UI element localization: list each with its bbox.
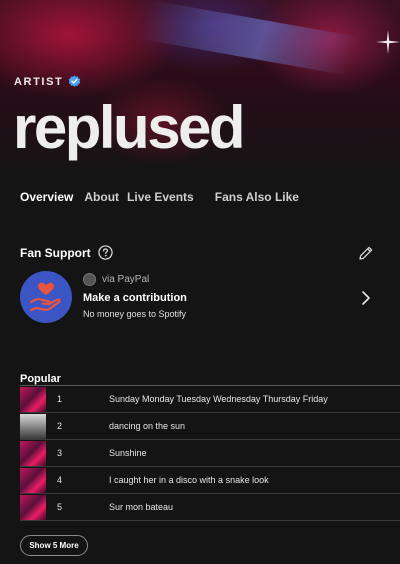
track-row[interactable]: 2 dancing on the sun: [20, 413, 400, 440]
track-row[interactable]: 5 Sur mon bateau: [20, 494, 400, 521]
artist-tabs: Overview About Live Events Fans Also Lik…: [20, 190, 299, 204]
popular-track-list: 1 Sunday Monday Tuesday Wednesday Thursd…: [20, 386, 400, 521]
track-number: 1: [57, 394, 63, 404]
track-row[interactable]: 4 I caught her in a disco with a snake l…: [20, 467, 400, 494]
banner-light-streak: [143, 0, 400, 85]
tab-live-events[interactable]: Live Events: [127, 190, 194, 204]
track-number: 5: [57, 502, 63, 512]
sparkle-icon: [376, 30, 400, 54]
help-icon[interactable]: [98, 245, 113, 260]
track-cover-art: [20, 441, 46, 466]
tab-about[interactable]: About: [84, 190, 119, 204]
tab-overview[interactable]: Overview: [20, 190, 73, 204]
verified-badge-icon: [69, 75, 81, 87]
track-cover-art: [20, 495, 46, 520]
track-title: dancing on the sun: [109, 421, 186, 431]
track-title: Sunday Monday Tuesday Wednesday Thursday…: [109, 394, 328, 404]
edit-pencil-icon[interactable]: [358, 245, 374, 261]
track-title: I caught her in a disco with a snake loo…: [109, 475, 269, 485]
chevron-right-icon[interactable]: [360, 290, 372, 306]
track-cover-art: [20, 468, 46, 493]
track-number: 2: [57, 421, 63, 431]
track-title: Sur mon bateau: [109, 502, 174, 512]
popular-heading: Popular: [20, 373, 61, 385]
fan-support-heading: Fan Support: [20, 245, 113, 260]
payment-provider-label: via PayPal: [102, 274, 150, 285]
show-more-button[interactable]: Show 5 More: [20, 535, 88, 556]
track-cover-art: [20, 387, 46, 412]
heart-in-hand-icon: [29, 282, 61, 312]
contribution-title[interactable]: Make a contribution: [83, 292, 187, 304]
track-row[interactable]: 1 Sunday Monday Tuesday Wednesday Thursd…: [20, 386, 400, 413]
artist-type-label: ARTIST: [14, 75, 81, 88]
track-cover-art: [20, 414, 46, 439]
tab-fans-also-like[interactable]: Fans Also Like: [215, 190, 299, 204]
track-number: 3: [57, 448, 63, 458]
track-number: 4: [57, 475, 63, 485]
artist-name: replused: [13, 94, 246, 161]
artist-label-text: ARTIST: [14, 75, 64, 88]
payment-provider: via PayPal: [83, 273, 149, 286]
track-row[interactable]: 3 Sunshine: [20, 440, 400, 467]
fan-support-title: Fan Support: [20, 245, 91, 260]
artist-avatar: [83, 273, 96, 286]
contribution-subtitle: No money goes to Spotify: [83, 309, 187, 319]
contribution-artwork[interactable]: [20, 271, 72, 323]
track-title: Sunshine: [109, 448, 147, 458]
